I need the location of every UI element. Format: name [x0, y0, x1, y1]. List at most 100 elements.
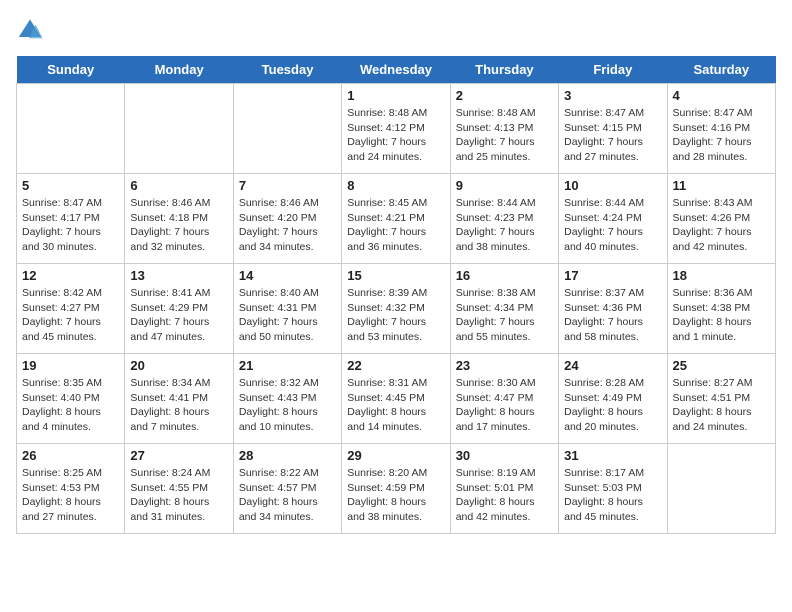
day-cell-29: 29 Sunrise: 8:20 AMSunset: 4:59 PMDayligh…	[342, 444, 450, 534]
day-cell-7: 7 Sunrise: 8:46 AMSunset: 4:20 PMDaylight…	[233, 174, 341, 264]
day-cell-17: 17 Sunrise: 8:37 AMSunset: 4:36 PMDayligh…	[559, 264, 667, 354]
day-header-monday: Monday	[125, 56, 233, 84]
day-number: 23	[456, 358, 553, 373]
day-cell-27: 27 Sunrise: 8:24 AMSunset: 4:55 PMDayligh…	[125, 444, 233, 534]
day-number: 27	[130, 448, 227, 463]
day-info: Sunrise: 8:37 AMSunset: 4:36 PMDaylight:…	[564, 286, 661, 345]
day-number: 16	[456, 268, 553, 283]
day-info: Sunrise: 8:28 AMSunset: 4:49 PMDaylight:…	[564, 376, 661, 435]
day-number: 18	[673, 268, 770, 283]
day-number: 4	[673, 88, 770, 103]
day-info: Sunrise: 8:39 AMSunset: 4:32 PMDaylight:…	[347, 286, 444, 345]
day-number: 6	[130, 178, 227, 193]
day-number: 25	[673, 358, 770, 373]
day-info: Sunrise: 8:24 AMSunset: 4:55 PMDaylight:…	[130, 466, 227, 525]
day-info: Sunrise: 8:41 AMSunset: 4:29 PMDaylight:…	[130, 286, 227, 345]
day-number: 31	[564, 448, 661, 463]
day-number: 30	[456, 448, 553, 463]
day-info: Sunrise: 8:44 AMSunset: 4:24 PMDaylight:…	[564, 196, 661, 255]
day-cell-23: 23 Sunrise: 8:30 AMSunset: 4:47 PMDayligh…	[450, 354, 558, 444]
day-cell-14: 14 Sunrise: 8:40 AMSunset: 4:31 PMDayligh…	[233, 264, 341, 354]
week-row-2: 5 Sunrise: 8:47 AMSunset: 4:17 PMDaylight…	[17, 174, 776, 264]
day-info: Sunrise: 8:20 AMSunset: 4:59 PMDaylight:…	[347, 466, 444, 525]
day-header-saturday: Saturday	[667, 56, 775, 84]
day-number: 9	[456, 178, 553, 193]
day-info: Sunrise: 8:46 AMSunset: 4:20 PMDaylight:…	[239, 196, 336, 255]
day-cell-20: 20Sunrise: 8:34 AMSunset: 4:41 PMDayligh…	[125, 354, 233, 444]
day-header-tuesday: Tuesday	[233, 56, 341, 84]
week-row-5: 26 Sunrise: 8:25 AMSunset: 4:53 PMDayligh…	[17, 444, 776, 534]
day-cell-28: 28 Sunrise: 8:22 AMSunset: 4:57 PMDayligh…	[233, 444, 341, 534]
day-cell-9: 9 Sunrise: 8:44 AMSunset: 4:23 PMDaylight…	[450, 174, 558, 264]
day-info: Sunrise: 8:17 AMSunset: 5:03 PMDaylight:…	[564, 466, 661, 525]
day-cell-24: 24 Sunrise: 8:28 AMSunset: 4:49 PMDayligh…	[559, 354, 667, 444]
day-info: Sunrise: 8:36 AMSunset: 4:38 PMDaylight:…	[673, 286, 770, 345]
day-cell-18: 18 Sunrise: 8:36 AMSunset: 4:38 PMDayligh…	[667, 264, 775, 354]
week-row-4: 19Sunrise: 8:35 AMSunset: 4:40 PMDayligh…	[17, 354, 776, 444]
day-cell-25: 25 Sunrise: 8:27 AMSunset: 4:51 PMDayligh…	[667, 354, 775, 444]
day-number: 29	[347, 448, 444, 463]
day-cell-3: 3Sunrise: 8:47 AMSunset: 4:15 PMDaylight…	[559, 84, 667, 174]
empty-cell	[17, 84, 125, 174]
day-number: 28	[239, 448, 336, 463]
week-row-1: 1Sunrise: 8:48 AMSunset: 4:12 PMDaylight…	[17, 84, 776, 174]
day-cell-13: 13 Sunrise: 8:41 AMSunset: 4:29 PMDayligh…	[125, 264, 233, 354]
day-header-sunday: Sunday	[17, 56, 125, 84]
day-cell-30: 30 Sunrise: 8:19 AMSunset: 5:01 PMDayligh…	[450, 444, 558, 534]
day-number: 10	[564, 178, 661, 193]
day-number: 26	[22, 448, 119, 463]
day-info: Sunrise: 8:32 AMSunset: 4:43 PMDaylight:…	[239, 376, 336, 435]
day-info: Sunrise: 8:48 AMSunset: 4:13 PMDaylight:…	[456, 106, 553, 165]
day-cell-19: 19Sunrise: 8:35 AMSunset: 4:40 PMDayligh…	[17, 354, 125, 444]
day-header-wednesday: Wednesday	[342, 56, 450, 84]
day-number: 13	[130, 268, 227, 283]
day-info: Sunrise: 8:42 AMSunset: 4:27 PMDaylight:…	[22, 286, 119, 345]
day-number: 5	[22, 178, 119, 193]
day-header-thursday: Thursday	[450, 56, 558, 84]
day-cell-22: 22 Sunrise: 8:31 AMSunset: 4:45 PMDayligh…	[342, 354, 450, 444]
day-cell-16: 16 Sunrise: 8:38 AMSunset: 4:34 PMDayligh…	[450, 264, 558, 354]
day-info: Sunrise: 8:31 AMSunset: 4:45 PMDaylight:…	[347, 376, 444, 435]
day-number: 12	[22, 268, 119, 283]
day-number: 14	[239, 268, 336, 283]
empty-cell	[667, 444, 775, 534]
day-header-friday: Friday	[559, 56, 667, 84]
page-header	[16, 16, 776, 44]
day-cell-6: 6Sunrise: 8:46 AMSunset: 4:18 PMDaylight…	[125, 174, 233, 264]
day-cell-12: 12 Sunrise: 8:42 AMSunset: 4:27 PMDayligh…	[17, 264, 125, 354]
day-info: Sunrise: 8:47 AMSunset: 4:16 PMDaylight:…	[673, 106, 770, 165]
day-number: 22	[347, 358, 444, 373]
calendar-table: SundayMondayTuesdayWednesdayThursdayFrid…	[16, 56, 776, 534]
logo	[16, 16, 48, 44]
day-cell-11: 11Sunrise: 8:43 AMSunset: 4:26 PMDayligh…	[667, 174, 775, 264]
day-number: 17	[564, 268, 661, 283]
day-info: Sunrise: 8:25 AMSunset: 4:53 PMDaylight:…	[22, 466, 119, 525]
day-info: Sunrise: 8:47 AMSunset: 4:15 PMDaylight:…	[564, 106, 661, 165]
day-info: Sunrise: 8:38 AMSunset: 4:34 PMDaylight:…	[456, 286, 553, 345]
day-info: Sunrise: 8:44 AMSunset: 4:23 PMDaylight:…	[456, 196, 553, 255]
day-info: Sunrise: 8:40 AMSunset: 4:31 PMDaylight:…	[239, 286, 336, 345]
day-info: Sunrise: 8:19 AMSunset: 5:01 PMDaylight:…	[456, 466, 553, 525]
day-cell-5: 5 Sunrise: 8:47 AMSunset: 4:17 PMDaylight…	[17, 174, 125, 264]
empty-cell	[125, 84, 233, 174]
day-cell-15: 15 Sunrise: 8:39 AMSunset: 4:32 PMDayligh…	[342, 264, 450, 354]
day-info: Sunrise: 8:47 AMSunset: 4:17 PMDaylight:…	[22, 196, 119, 255]
day-number: 7	[239, 178, 336, 193]
day-number: 19	[22, 358, 119, 373]
day-number: 11	[673, 178, 770, 193]
day-number: 8	[347, 178, 444, 193]
day-cell-31: 31 Sunrise: 8:17 AMSunset: 5:03 PMDayligh…	[559, 444, 667, 534]
day-info: Sunrise: 8:27 AMSunset: 4:51 PMDaylight:…	[673, 376, 770, 435]
day-cell-1: 1Sunrise: 8:48 AMSunset: 4:12 PMDaylight…	[342, 84, 450, 174]
empty-cell	[233, 84, 341, 174]
day-cell-4: 4 Sunrise: 8:47 AMSunset: 4:16 PMDaylight…	[667, 84, 775, 174]
day-cell-8: 8Sunrise: 8:45 AMSunset: 4:21 PMDaylight…	[342, 174, 450, 264]
day-number: 15	[347, 268, 444, 283]
day-info: Sunrise: 8:30 AMSunset: 4:47 PMDaylight:…	[456, 376, 553, 435]
day-number: 24	[564, 358, 661, 373]
day-number: 21	[239, 358, 336, 373]
day-cell-26: 26 Sunrise: 8:25 AMSunset: 4:53 PMDayligh…	[17, 444, 125, 534]
day-cell-10: 10 Sunrise: 8:44 AMSunset: 4:24 PMDayligh…	[559, 174, 667, 264]
day-cell-2: 2Sunrise: 8:48 AMSunset: 4:13 PMDaylight…	[450, 84, 558, 174]
day-info: Sunrise: 8:22 AMSunset: 4:57 PMDaylight:…	[239, 466, 336, 525]
